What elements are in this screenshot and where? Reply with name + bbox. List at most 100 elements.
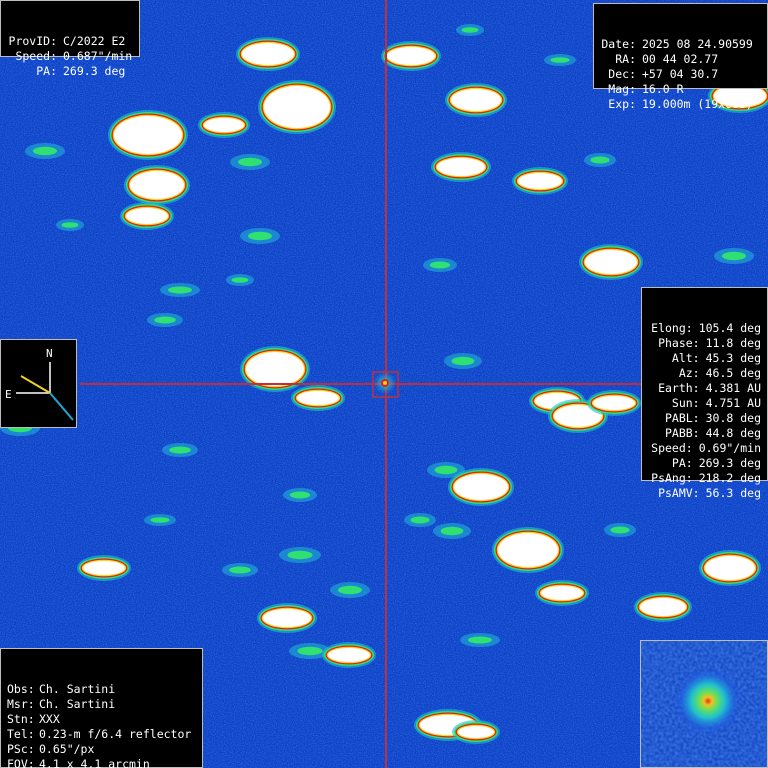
faint-star-core [722,251,746,261]
bright-star [297,391,339,405]
info-value: 46.5 deg [705,366,761,380]
bright-star [264,86,330,128]
info-value: 0.23-m f/6.4 reflector [39,727,192,741]
bright-star [114,116,182,154]
info-value: 269.3 deg [63,64,126,78]
info-value: 4.1 x 4.1 arcmin [39,757,150,768]
object-info-panel: ProvID: C/2022 E2 Speed: 0.687"/min PA: 269.3… [0,0,140,78]
bright-star [458,726,494,738]
bright-star [585,250,637,274]
bright-star [328,648,370,662]
motion-vector [20,375,51,394]
info-value: 16.0 R [642,82,684,96]
info-row: PABL: 30.8 deg [648,411,761,426]
info-value: +57 04 30.7 [642,67,719,81]
equipment-info-panel: Obs: Ch. Sartini Msr: Ch. Sartini Stn: XXX Tel… [0,648,203,768]
faint-star-core [610,526,630,534]
info-label: Phase: [658,336,700,350]
info-value: 44.8 deg [705,426,761,440]
info-row: Dec: +57 04 30.7 [600,67,761,82]
faint-star-core [238,157,262,167]
info-label: Exp: [608,97,636,111]
info-row: Alt: 45.3 deg [648,351,761,366]
bright-star [541,586,583,600]
faint-star-core [429,261,451,269]
info-value: 30.8 deg [705,411,761,425]
comet-zoom-inset [640,640,768,768]
info-row: Date: 2025 08 24.90599 [600,37,761,52]
faint-star-core [468,636,492,644]
comet-coma [674,667,742,735]
info-value: 19.000m (19x60s) [642,97,753,111]
info-value: 11.8 deg [705,336,761,350]
east-label: E [5,388,12,401]
info-row: Elong: 105.4 deg [648,321,761,336]
bright-star [130,171,184,199]
info-row: Exp: 19.000m (19x60s) [600,97,761,112]
faint-star-core [297,646,323,656]
faint-star-core [338,585,362,595]
info-row: Stn: XXX [7,712,196,727]
info-row: Speed: 0.69"/min [648,441,761,456]
info-value: 0.65"/px [39,742,95,756]
bright-star [387,47,435,65]
bright-star [83,561,125,575]
bright-star [498,533,558,567]
faint-star-core [550,57,570,63]
info-label: Speed: [15,49,57,63]
info-value: 105.4 deg [698,321,761,335]
info-label: Speed: [651,441,693,455]
info-label: Dec: [608,67,636,81]
info-row: PsAMV: 56.3 deg [648,486,761,501]
info-row: Az: 46.5 deg [648,366,761,381]
info-value: Ch. Sartini [39,697,116,711]
faint-star-core [440,526,464,536]
info-row: PA: 269.3 deg [648,456,761,471]
info-label: Sun: [671,396,700,410]
info-label: PABL: [664,411,700,425]
bright-star [204,118,244,132]
info-label: FOV: [7,757,35,768]
info-row: Mag: 16.0 R [600,82,761,97]
faint-star-core [590,156,610,164]
faint-star-core [231,277,249,283]
info-value: 4.751 AU [705,396,761,410]
info-value: 45.3 deg [705,351,761,365]
bright-star [242,43,294,65]
bright-star [451,89,501,111]
info-label: PSc: [7,742,35,756]
info-row: PSc: 0.65"/px [7,742,196,757]
faint-star-core [33,146,57,156]
info-value: 56.3 deg [705,486,761,500]
faint-star-core [287,550,313,560]
faint-star-core [410,516,430,524]
info-value: 00 44 02.77 [642,52,719,66]
info-label: Mag: [608,82,636,96]
info-row: Speed: 0.687"/min [7,49,133,64]
north-label: N [46,347,53,360]
bright-star [454,474,508,500]
bright-star [126,208,168,224]
info-label: Elong: [651,321,693,335]
faint-star-core [461,27,479,33]
bright-star [593,396,635,410]
info-label: PsAng: [651,471,693,485]
bright-star [437,158,485,176]
bright-star [640,598,686,616]
info-label: Earth: [658,381,700,395]
info-row: Msr: Ch. Sartini [7,697,196,712]
info-label: Az: [678,366,700,380]
info-label: Date: [601,37,636,51]
info-label: PA: [36,64,57,78]
info-row: PsAng: 218.2 deg [648,471,761,486]
comet-image-frame: ProvID: C/2022 E2 Speed: 0.687"/min PA: 269.3… [0,0,768,768]
faint-star-core [434,465,458,475]
faint-star-core [154,316,176,324]
faint-star-core [289,491,311,499]
info-row: Obs: Ch. Sartini [7,682,196,697]
bright-star [246,352,304,386]
info-value: 218.2 deg [698,471,761,485]
faint-star-core [150,517,170,523]
info-label: PA: [671,456,693,470]
bright-star [518,173,562,189]
